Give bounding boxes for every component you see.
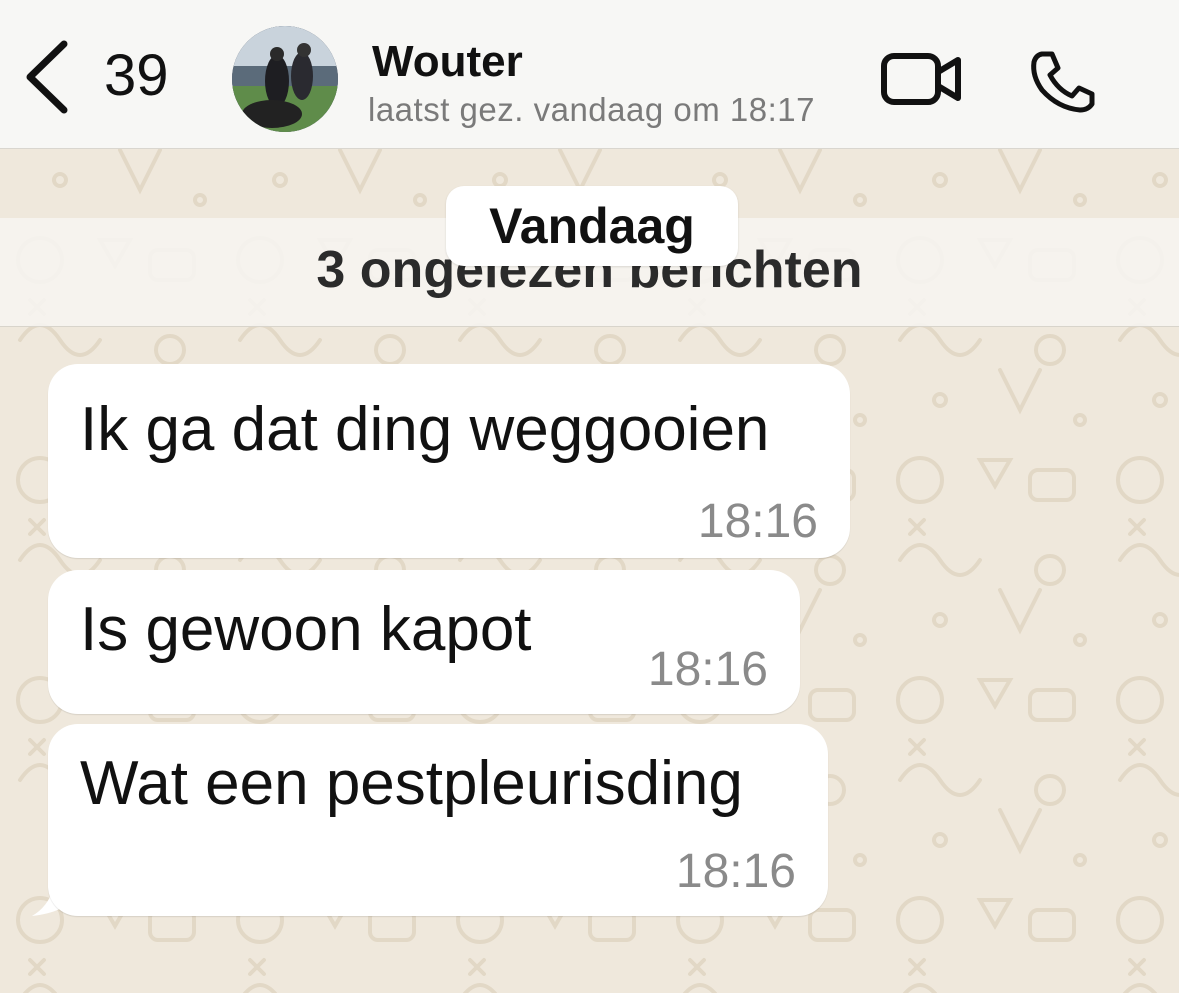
message-timestamp: 18:16 (647, 643, 768, 696)
date-label: Vandaag (489, 198, 695, 254)
back-button[interactable]: 39 (22, 36, 192, 116)
message-text: Wat een pestpleurisding (80, 749, 743, 818)
last-seen-status: laatst gez. vandaag om 18:17 (368, 91, 815, 128)
unread-chats-count: 39 (104, 43, 169, 108)
chat-header: 39 Wouter laatst gez. vandaag om 18:17 (0, 0, 1179, 149)
date-separator: Vandaag (446, 186, 738, 266)
voice-call-button[interactable] (1028, 48, 1098, 114)
message-text: Is gewoon kapot (80, 595, 532, 664)
message-bubble[interactable]: Wat een pestpleurisding 18:16 (48, 724, 828, 916)
message-bubble[interactable]: Ik ga dat ding weggooien 18:16 (48, 364, 850, 558)
message-bubble[interactable]: Is gewoon kapot 18:16 (48, 570, 800, 714)
message-timestamp: 18:16 (697, 495, 818, 548)
chevron-left-icon (26, 40, 68, 114)
message-timestamp: 18:16 (675, 845, 796, 898)
video-call-button[interactable] (880, 50, 964, 108)
contact-name[interactable]: Wouter (372, 36, 523, 88)
phone-icon (1031, 51, 1095, 113)
avatar[interactable] (232, 26, 338, 132)
video-camera-icon (881, 53, 961, 105)
message-text: Ik ga dat ding weggooien (80, 395, 770, 464)
